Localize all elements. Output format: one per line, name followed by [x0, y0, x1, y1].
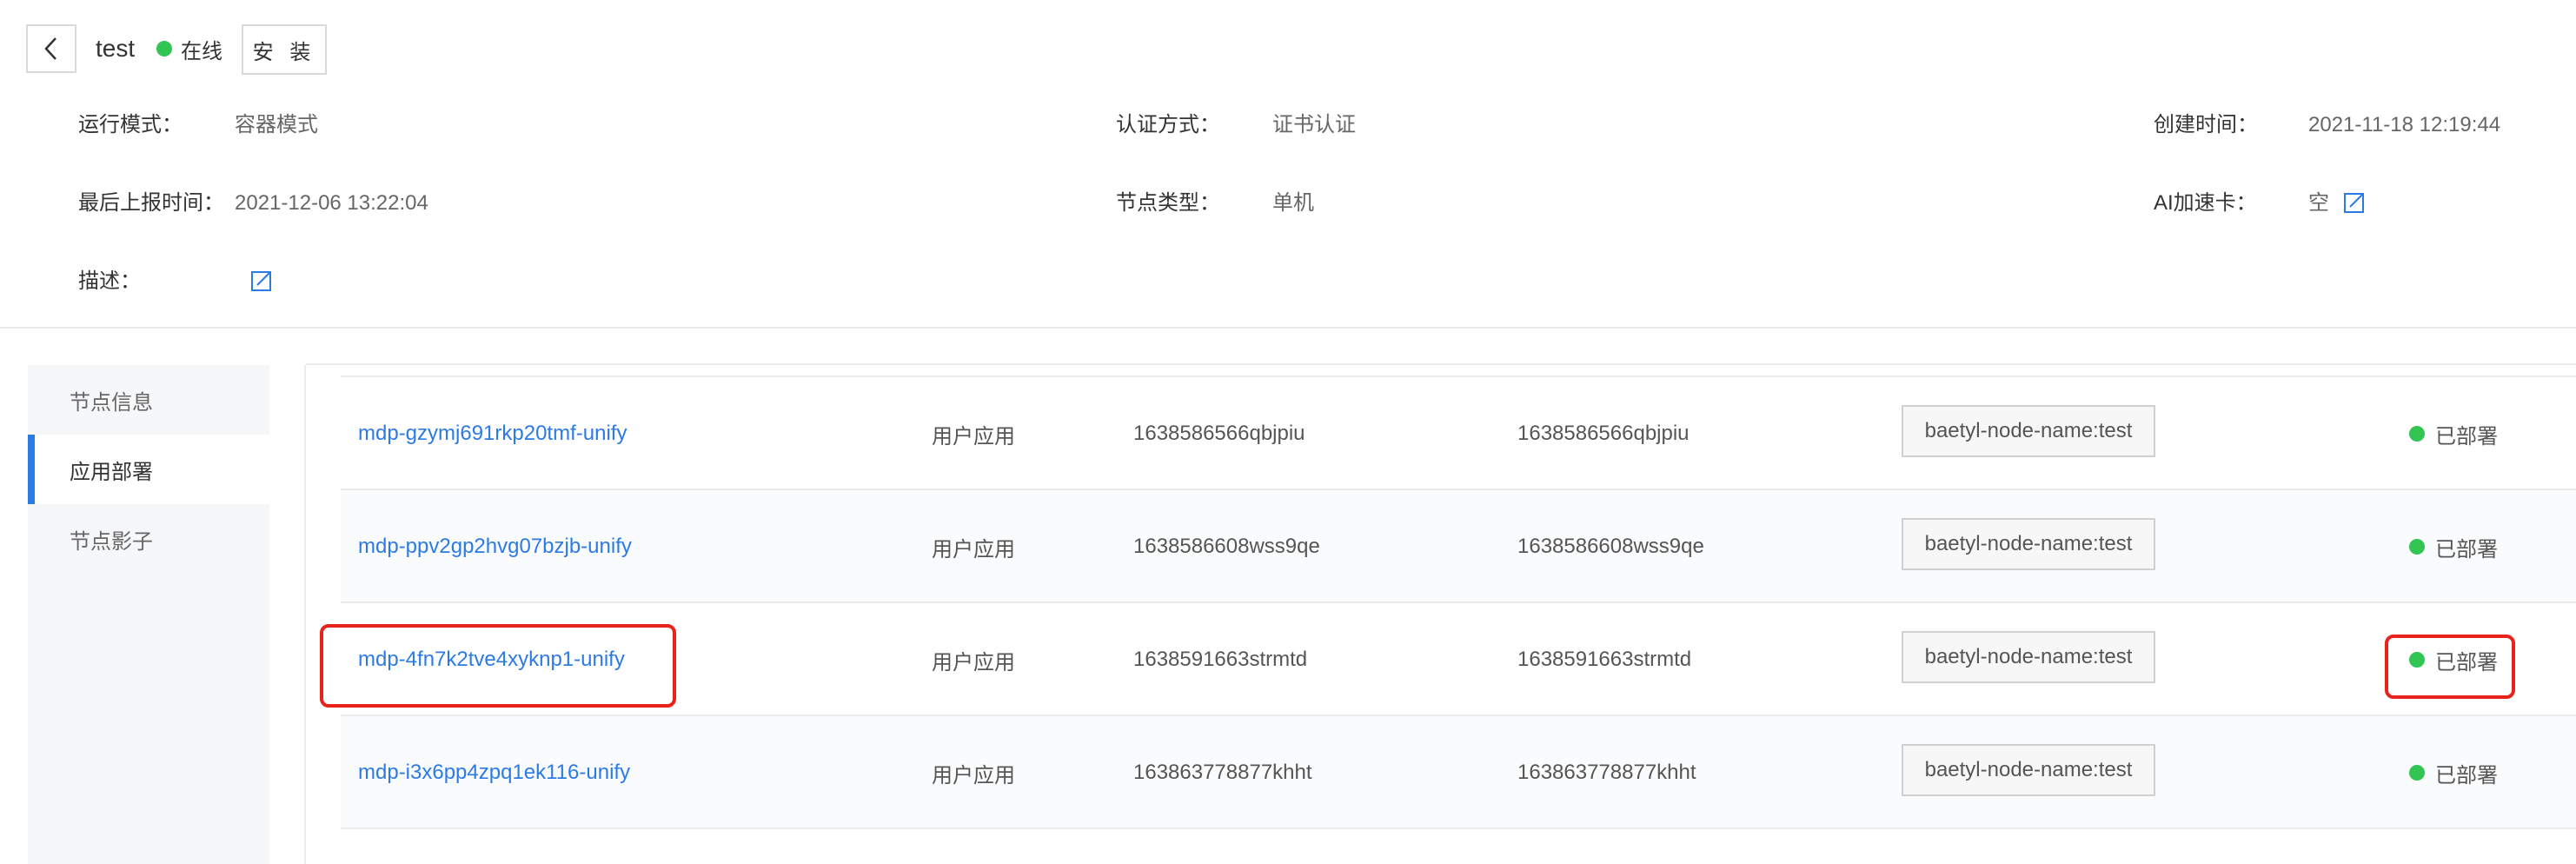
status-text: 在线: [181, 39, 222, 63]
nav-item-node-shadow[interactable]: 节点影子: [28, 504, 269, 574]
created-value: 2021-11-18 12:19:44: [2308, 113, 2501, 136]
table-header-edge: [341, 365, 2576, 377]
app-name-link[interactable]: mdp-ppv2gp2hvg07bzjb-unify: [358, 490, 632, 603]
back-button[interactable]: [26, 24, 76, 73]
node-type-label: 节点类型：: [1116, 191, 1220, 215]
table-row: mdp-i3x6pp4zpq1ek116-unify 用户应用 16386377…: [341, 716, 2576, 829]
app-config-version: 1638586608wss9qe: [1517, 535, 1704, 558]
content-divider: [304, 365, 306, 864]
status-deployed-icon: [2409, 765, 2425, 781]
ai-card-edit-button[interactable]: [2343, 191, 2366, 218]
app-name-link[interactable]: mdp-gzymj691rkp20tmf-unify: [358, 377, 627, 490]
app-name-link[interactable]: mdp-4fn7k2tve4xyknp1-unify: [358, 603, 625, 716]
nav-item-app-deploy[interactable]: 应用部署: [28, 435, 269, 504]
desc-edit-button[interactable]: [250, 269, 273, 296]
edit-icon: [251, 271, 271, 291]
node-status: 在线: [156, 33, 222, 64]
status-online-icon: [156, 41, 172, 56]
node-selector-tag: baetyl-node-name:test: [1902, 518, 2155, 570]
side-nav: 节点信息 应用部署 节点影子: [28, 365, 269, 864]
deploy-status: 已部署: [2409, 490, 2498, 603]
node-selector-tag: baetyl-node-name:test: [1902, 405, 2155, 457]
last-report-value: 2021-12-06 13:22:04: [235, 191, 428, 215]
app-type: 用户应用: [932, 763, 1015, 788]
table-row: mdp-gzymj691rkp20tmf-unify 用户应用 16385865…: [341, 377, 2576, 490]
table-row: mdp-ppv2gp2hvg07bzjb-unify 用户应用 16385866…: [341, 490, 2576, 603]
last-report-label: 最后上报时间：: [78, 191, 224, 215]
install-button[interactable]: 安 装: [242, 24, 327, 75]
deploy-status: 已部署: [2409, 377, 2498, 490]
edit-icon: [2344, 193, 2364, 213]
run-mode-label: 运行模式：: [78, 113, 183, 136]
status-deployed-icon: [2409, 426, 2425, 442]
created-label: 创建时间：: [2154, 113, 2258, 136]
desc-label: 描述：: [78, 269, 141, 293]
status-deployed-icon: [2409, 652, 2425, 668]
deploy-status-text: 已部署: [2435, 650, 2498, 675]
app-version: 163863778877khht: [1133, 761, 1312, 784]
nav-item-node-info[interactable]: 节点信息: [28, 365, 269, 435]
deploy-status: 已部署: [2409, 603, 2498, 716]
deploy-status-text: 已部署: [2435, 424, 2498, 449]
app-config-version: 163863778877khht: [1517, 761, 1696, 784]
app-version: 1638586608wss9qe: [1133, 535, 1320, 558]
table-row: mdp-4fn7k2tve4xyknp1-unify 用户应用 16385916…: [341, 603, 2576, 716]
app-config-version: 1638586566qbjpiu: [1517, 422, 1690, 445]
chevron-left-icon: [44, 37, 56, 60]
app-type: 用户应用: [932, 537, 1015, 562]
app-type: 用户应用: [932, 424, 1015, 449]
app-type: 用户应用: [932, 650, 1015, 675]
ai-card-value: 空: [2308, 191, 2329, 215]
auth-label: 认证方式：: [1116, 113, 1220, 136]
app-version: 1638586566qbjpiu: [1133, 422, 1305, 445]
app-version: 1638591663strmtd: [1133, 648, 1308, 671]
run-mode-value: 容器模式: [235, 113, 318, 136]
ai-card-label: AI加速卡：: [2154, 191, 2257, 215]
status-deployed-icon: [2409, 539, 2425, 555]
header-divider: [0, 327, 2576, 329]
app-name-link[interactable]: mdp-i3x6pp4zpq1ek116-unify: [358, 716, 630, 829]
app-config-version: 1638591663strmtd: [1517, 648, 1692, 671]
deploy-status-text: 已部署: [2435, 537, 2498, 562]
deploy-status-text: 已部署: [2435, 763, 2498, 788]
node-name: test: [96, 35, 136, 62]
auth-value: 证书认证: [1272, 113, 1356, 136]
node-selector-tag: baetyl-node-name:test: [1902, 631, 2155, 683]
node-type-value: 单机: [1272, 191, 1314, 215]
deploy-status: 已部署: [2409, 716, 2498, 829]
node-selector-tag: baetyl-node-name:test: [1902, 744, 2155, 796]
